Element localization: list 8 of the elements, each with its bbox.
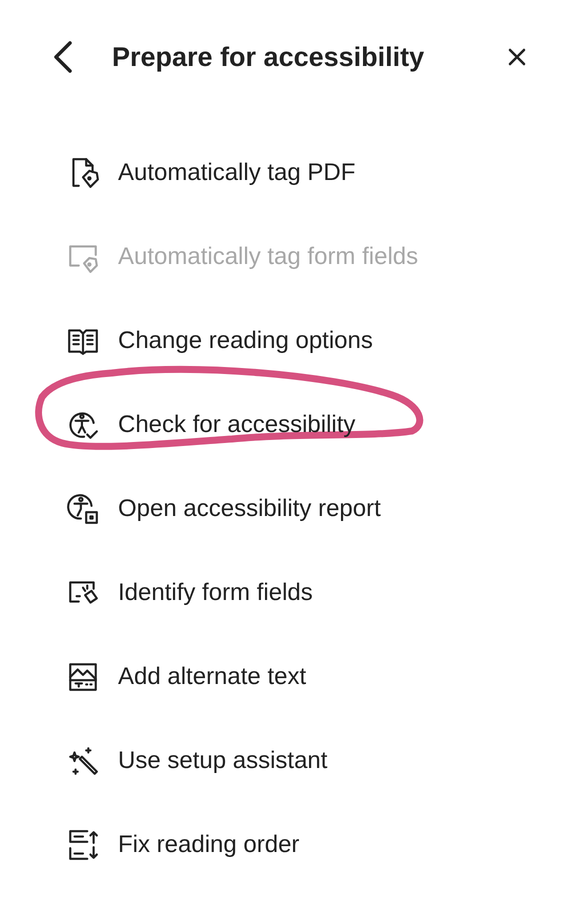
panel-title: Prepare for accessibility xyxy=(112,40,424,74)
menu-item[interactable]: Automatically tag PDF xyxy=(66,155,356,191)
menu-item[interactable]: Add alternate text xyxy=(66,659,306,695)
menu-item[interactable]: Use setup assistant xyxy=(66,743,328,779)
menu-item[interactable]: Identify form fields xyxy=(66,575,313,611)
menu-item[interactable]: Fix reading order xyxy=(66,827,300,863)
menu-item[interactable]: Open accessibility report xyxy=(66,491,381,527)
menu-item[interactable]: Change reading options xyxy=(66,323,373,359)
